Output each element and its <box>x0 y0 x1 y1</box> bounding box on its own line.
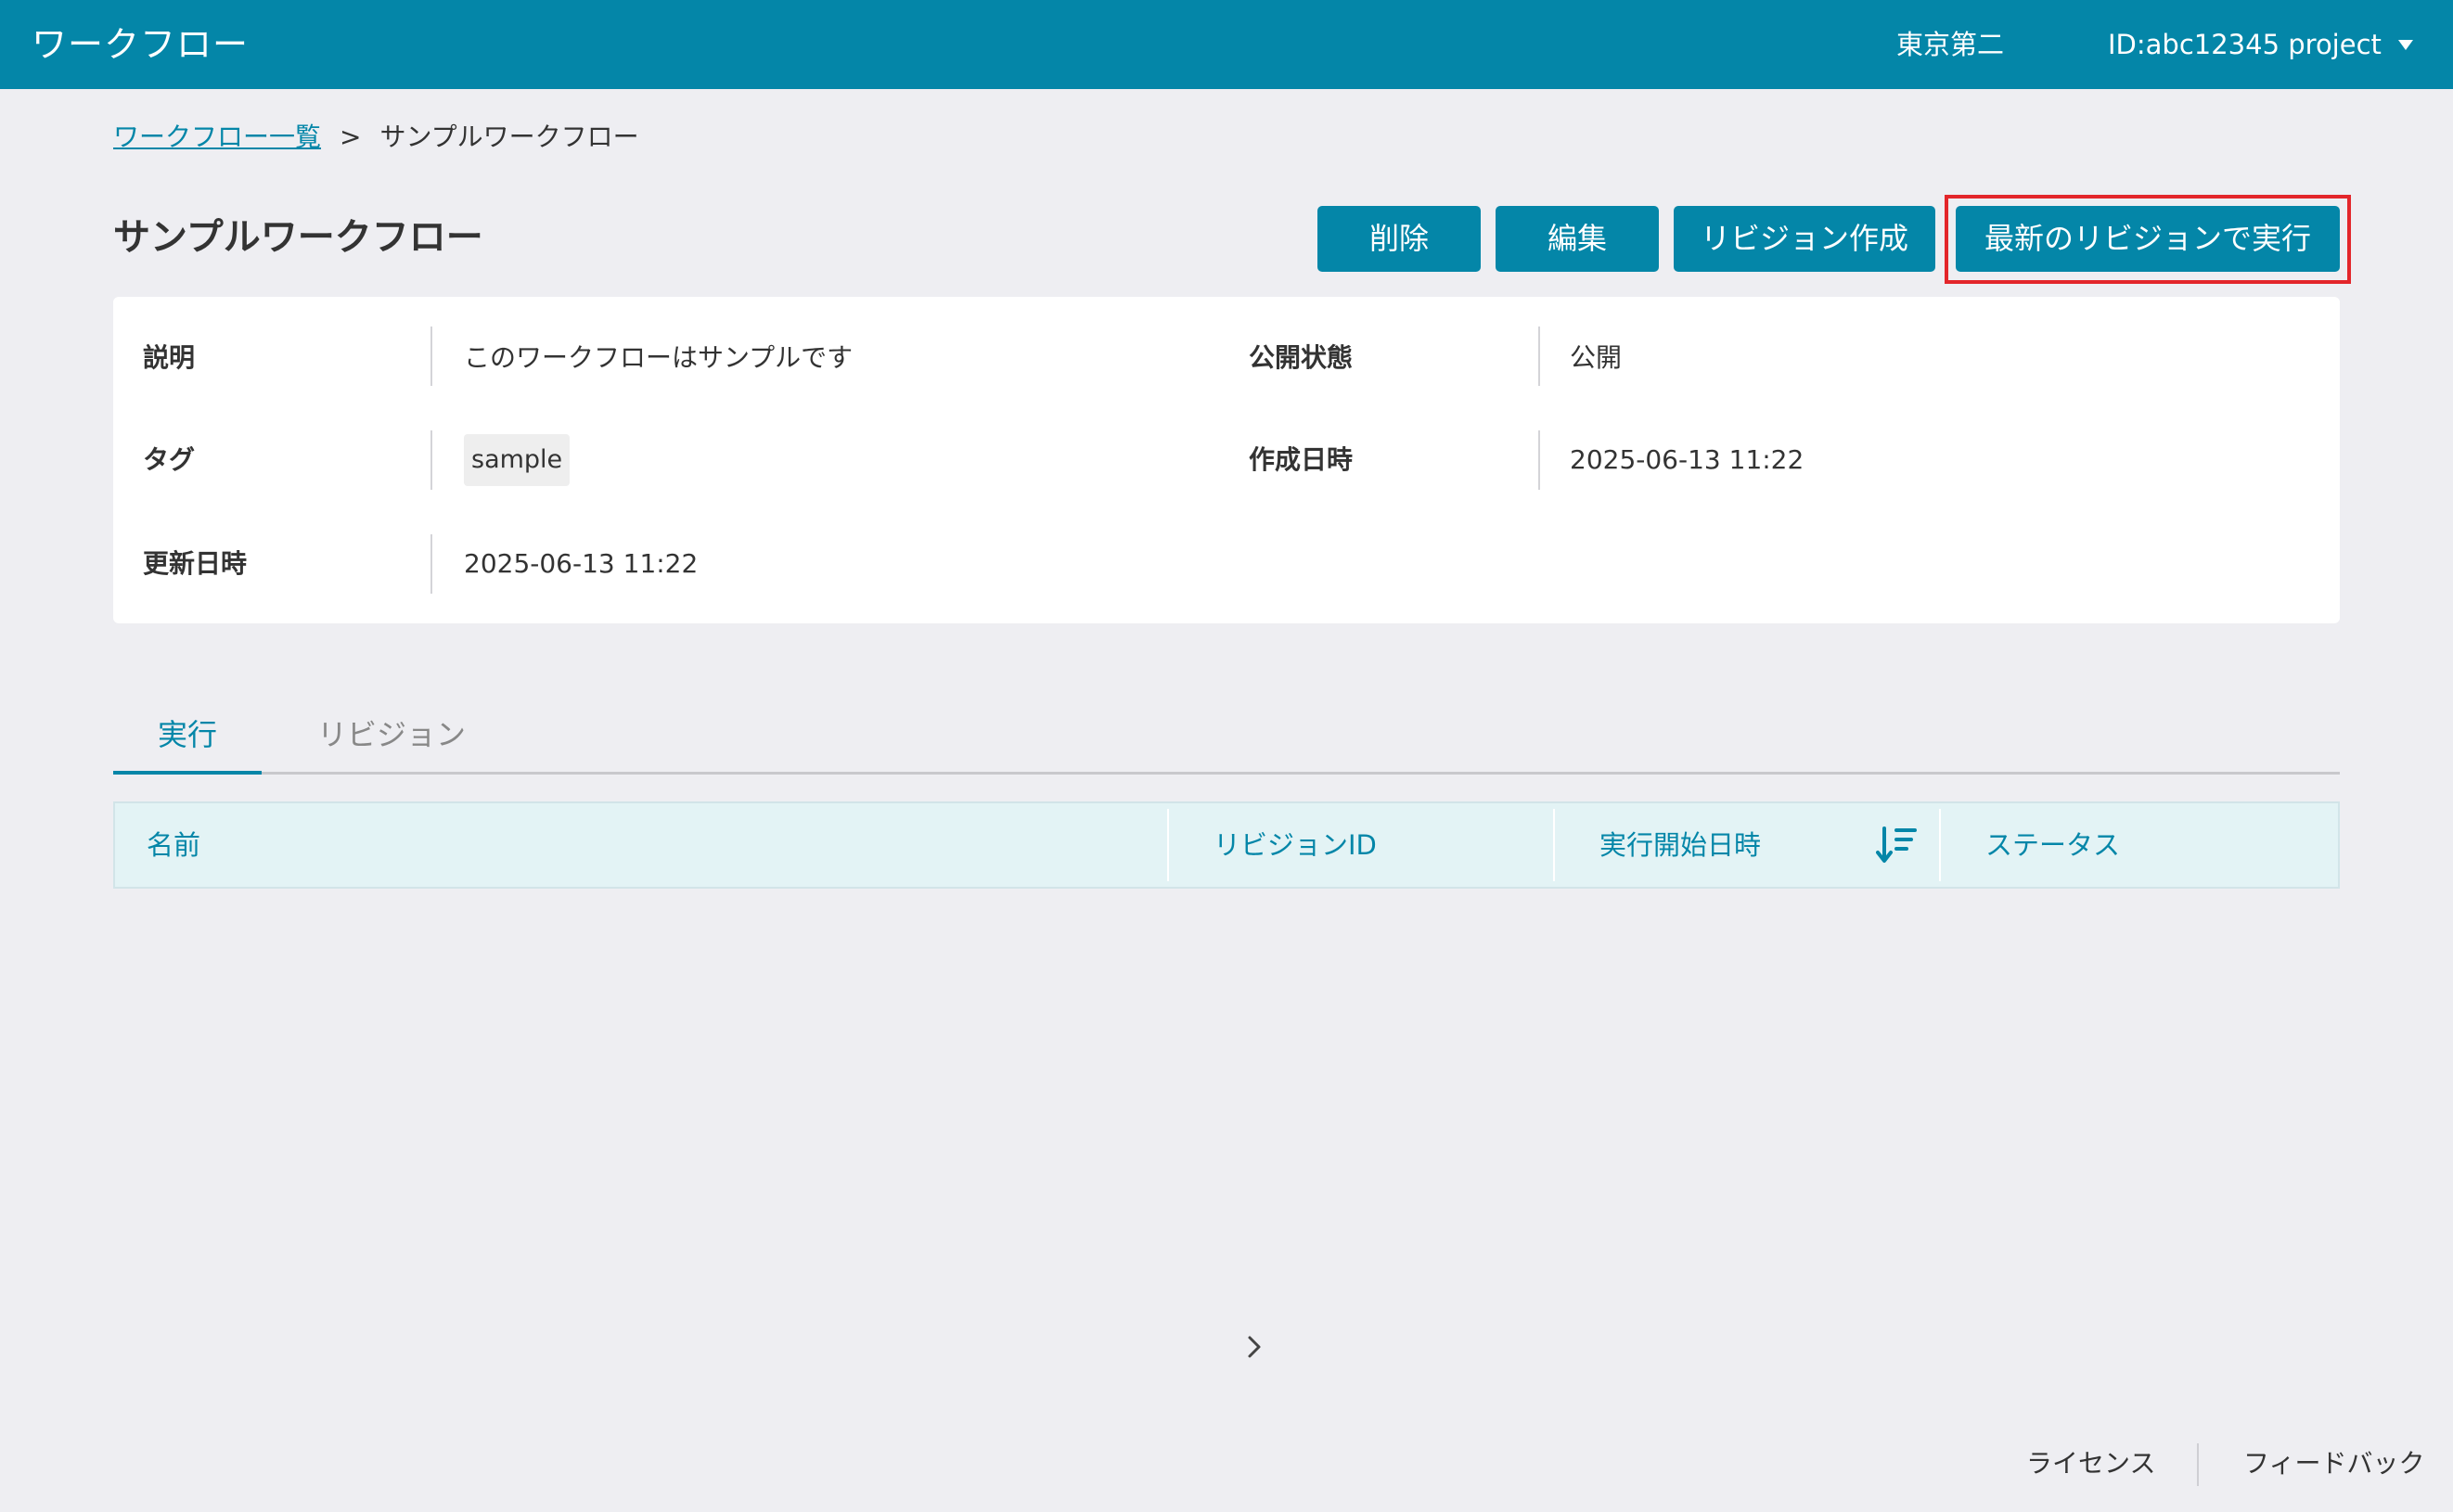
column-header-run-started[interactable]: 実行開始日時 <box>1599 803 1761 887</box>
column-divider <box>1167 809 1169 881</box>
workflow-details-card: 説明 このワークフローはサンプルです 公開状態 公開 タグ sample 作成日… <box>113 297 2340 623</box>
runs-table-header: 名前 リビジョンID 実行開始日時 ステータス <box>113 801 2340 889</box>
footer-divider <box>2197 1443 2199 1486</box>
detail-divider <box>1538 327 1540 386</box>
created-value: 2025-06-13 11:22 <box>1570 444 1804 475</box>
sort-descending-icon[interactable] <box>1876 826 1917 865</box>
delete-button[interactable]: 削除 <box>1317 206 1481 272</box>
license-link[interactable]: ライセンス <box>2026 1445 2155 1482</box>
detail-divider <box>1538 430 1540 490</box>
created-label: 作成日時 <box>1249 444 1354 475</box>
column-divider <box>1553 809 1555 881</box>
description-label: 説明 <box>143 342 196 373</box>
run-latest-revision-button[interactable]: 最新のリビジョンで実行 <box>1956 206 2340 272</box>
app-title: ワークフロー <box>32 24 250 65</box>
feedback-link[interactable]: フィードバック <box>2243 1445 2424 1482</box>
tab-revisions[interactable]: リビジョン <box>262 705 521 772</box>
breadcrumb: ワークフロー一覧 > サンプルワークフロー <box>113 119 639 156</box>
page-title: サンプルワークフロー <box>113 216 483 259</box>
tag-chip: sample <box>464 434 571 486</box>
column-header-status[interactable]: ステータス <box>1985 803 2120 887</box>
detail-divider <box>430 534 432 594</box>
visibility-value: 公開 <box>1570 342 1623 373</box>
tab-bar: 実行 リビジョン <box>113 705 2340 775</box>
column-divider <box>1939 809 1941 881</box>
organization-name: 東京第二 <box>1896 29 2005 60</box>
breadcrumb-current: サンプルワークフロー <box>379 122 639 152</box>
breadcrumb-workflow-list-link[interactable]: ワークフロー一覧 <box>113 119 321 156</box>
updated-label: 更新日時 <box>143 548 248 579</box>
edit-button[interactable]: 編集 <box>1496 206 1659 272</box>
updated-value: 2025-06-13 11:22 <box>464 548 699 579</box>
column-header-name[interactable]: 名前 <box>147 803 200 887</box>
chevron-right-icon[interactable] <box>1236 1326 1273 1367</box>
breadcrumb-separator: > <box>340 122 362 152</box>
column-header-revision-id[interactable]: リビジョンID <box>1214 803 1377 887</box>
description-value: このワークフローはサンプルです <box>464 342 854 373</box>
tab-runs[interactable]: 実行 <box>113 705 262 775</box>
tags-label: タグ <box>143 444 196 475</box>
visibility-label: 公開状態 <box>1249 342 1354 373</box>
detail-divider <box>430 327 432 386</box>
top-bar: ワークフロー 東京第二 ID:abc12345 project <box>0 0 2453 89</box>
detail-divider <box>430 430 432 490</box>
project-label: ID:abc12345 project <box>2108 29 2382 60</box>
project-switcher[interactable]: ID:abc12345 project <box>2108 26 2413 63</box>
create-revision-button[interactable]: リビジョン作成 <box>1674 206 1935 272</box>
caret-down-icon <box>2397 39 2413 50</box>
